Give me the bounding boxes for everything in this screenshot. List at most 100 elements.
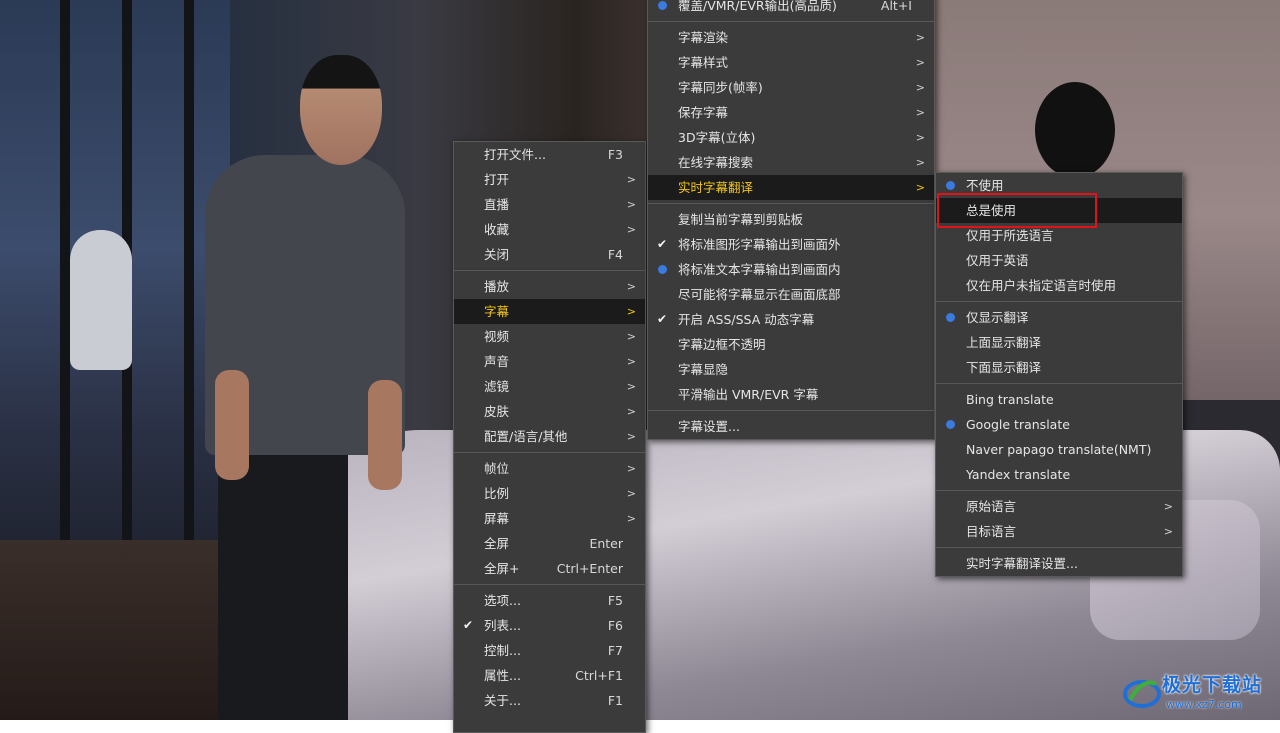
menu-item[interactable]: 实时字幕翻译设置... [936, 551, 1182, 576]
submenu-arrow-icon: > [915, 106, 925, 119]
submenu-arrow-icon: > [915, 31, 925, 44]
menu-item-shortcut: F5 [607, 593, 623, 608]
menu-item[interactable]: 复制当前字幕到剪贴板 [648, 207, 934, 232]
menu-item-shortcut: F3 [607, 147, 623, 162]
menu-item[interactable]: 比例 > [454, 481, 645, 506]
menu-item-label: 帧位 [484, 461, 510, 476]
menu-item-label: 原始语言 [966, 499, 1017, 514]
menu-item[interactable]: 播放 > [454, 274, 645, 299]
radio-selected-icon [655, 257, 669, 282]
menu-item[interactable]: ✔ 开启 ASS/SSA 动态字幕 [648, 307, 934, 332]
menu-item[interactable]: 将标准文本字幕输出到画面内 [648, 257, 934, 282]
submenu-arrow-icon: > [626, 173, 636, 186]
menu-item[interactable]: 关于... F1 [454, 688, 645, 713]
window-frame-bar [60, 0, 70, 620]
menu-item[interactable]: 下面显示翻译 [936, 355, 1182, 380]
menu-item[interactable]: 实时字幕翻译 > [648, 175, 934, 200]
menu-item[interactable]: Naver papago translate(NMT) [936, 437, 1182, 462]
menu-separator [454, 270, 645, 271]
menu-item[interactable]: 字幕 > [454, 299, 645, 324]
menu-item[interactable]: 覆盖/VMR/EVR输出(高品质) Alt+I [648, 0, 934, 18]
menu-item-label: 字幕 [484, 304, 510, 319]
menu-item-label: 声音 [484, 354, 510, 369]
menu-item[interactable]: 全屏 Enter [454, 531, 645, 556]
submenu-arrow-icon: > [626, 487, 636, 500]
menu-item[interactable]: 字幕设置... [648, 414, 934, 439]
menu-item-label: 滤镜 [484, 379, 510, 394]
menu-item[interactable]: 选项... F5 [454, 588, 645, 613]
menu-item[interactable]: Google translate [936, 412, 1182, 437]
context-menu-realtime-translation: 不使用 总是使用 仅用于所选语言 仅用于英语 仅在用户未指定语言时使用 仅显示翻译 上面显示… [935, 172, 1183, 577]
menu-item[interactable]: 平滑输出 VMR/EVR 字幕 [648, 382, 934, 407]
menu-item[interactable]: 字幕显隐 [648, 357, 934, 382]
menu-item[interactable]: 仅在用户未指定语言时使用 [936, 273, 1182, 298]
menu-item[interactable]: 上面显示翻译 [936, 330, 1182, 355]
menu-item-label: 关于... [484, 693, 521, 708]
menu-item-label: 字幕渲染 [678, 30, 729, 45]
menu-item[interactable]: 全屏+ Ctrl+Enter [454, 556, 645, 581]
menu-item[interactable]: Bing translate [936, 387, 1182, 412]
menu-item[interactable]: ✔ 将标准图形字幕输出到画面外 [648, 232, 934, 257]
menu-item[interactable]: 字幕渲染 > [648, 25, 934, 50]
menu-item[interactable]: 打开 > [454, 167, 645, 192]
menu-item[interactable]: 目标语言 > [936, 519, 1182, 544]
menu-item[interactable]: 属性... Ctrl+F1 [454, 663, 645, 688]
submenu-arrow-icon: > [915, 181, 925, 194]
checkmark-icon: ✔ [656, 312, 668, 326]
menu-item[interactable]: 配置/语言/其他 > [454, 424, 645, 449]
menu-item[interactable]: 收藏 > [454, 217, 645, 242]
menu-item[interactable]: 屏幕 > [454, 506, 645, 531]
menu-item[interactable]: 视频 > [454, 324, 645, 349]
menu-item-shortcut: F1 [607, 693, 623, 708]
submenu-arrow-icon: > [626, 355, 636, 368]
watermark-title: 极光下载站 [1162, 674, 1263, 696]
menu-item-label: 字幕样式 [678, 55, 729, 70]
menu-item[interactable]: 字幕样式 > [648, 50, 934, 75]
menu-separator [648, 21, 934, 22]
submenu-arrow-icon: > [1163, 525, 1173, 538]
menu-item[interactable]: 在线字幕搜索 > [648, 150, 934, 175]
menu-item-label: 实时字幕翻译 [678, 180, 754, 195]
menu-item-label: 字幕边框不透明 [678, 337, 766, 352]
menu-item-label: 打开文件... [484, 147, 546, 162]
menu-item-label: 仅用于英语 [966, 253, 1029, 268]
submenu-arrow-icon: > [915, 81, 925, 94]
menu-item[interactable]: 原始语言 > [936, 494, 1182, 519]
menu-item[interactable]: 3D字幕(立体) > [648, 125, 934, 150]
menu-item-label: 实时字幕翻译设置... [966, 556, 1078, 571]
window-frame-bar [184, 0, 194, 620]
menu-item-shortcut: F7 [607, 643, 623, 658]
menu-item[interactable]: 滤镜 > [454, 374, 645, 399]
menu-item[interactable]: 保存字幕 > [648, 100, 934, 125]
menu-item[interactable]: 直播 > [454, 192, 645, 217]
menu-item[interactable]: 关闭 F4 [454, 242, 645, 267]
menu-separator [454, 584, 645, 585]
wall-lamp [1035, 82, 1115, 178]
menu-item[interactable]: 帧位 > [454, 456, 645, 481]
menu-item[interactable]: 皮肤 > [454, 399, 645, 424]
menu-item-label: 将标准图形字幕输出到画面外 [678, 237, 841, 252]
menu-item-label: Naver papago translate(NMT) [966, 442, 1152, 457]
submenu-arrow-icon: > [626, 223, 636, 236]
menu-separator [936, 383, 1182, 384]
person-legs [218, 440, 348, 720]
menu-item-shortcut: Ctrl+F1 [575, 668, 623, 683]
radio-selected-icon [943, 412, 957, 437]
menu-item-label: 播放 [484, 279, 510, 294]
menu-item[interactable]: Yandex translate [936, 462, 1182, 487]
menu-item[interactable]: 尽可能将字幕显示在画面底部 [648, 282, 934, 307]
menu-item-label: 3D字幕(立体) [678, 130, 756, 145]
menu-item[interactable]: 仅用于英语 [936, 248, 1182, 273]
submenu-arrow-icon: > [626, 462, 636, 475]
menu-item[interactable]: ✔ 列表... F6 [454, 613, 645, 638]
menu-item[interactable]: 仅显示翻译 [936, 305, 1182, 330]
menu-item[interactable]: 字幕同步(帧率) > [648, 75, 934, 100]
menu-item-label: 仅用于所选语言 [966, 228, 1054, 243]
menu-item[interactable]: 控制... F7 [454, 638, 645, 663]
menu-separator [936, 490, 1182, 491]
menu-item-label: 比例 [484, 486, 510, 501]
menu-item[interactable]: 声音 > [454, 349, 645, 374]
menu-item[interactable]: 打开文件... F3 [454, 142, 645, 167]
person-head [300, 55, 382, 165]
menu-item[interactable]: 字幕边框不透明 [648, 332, 934, 357]
